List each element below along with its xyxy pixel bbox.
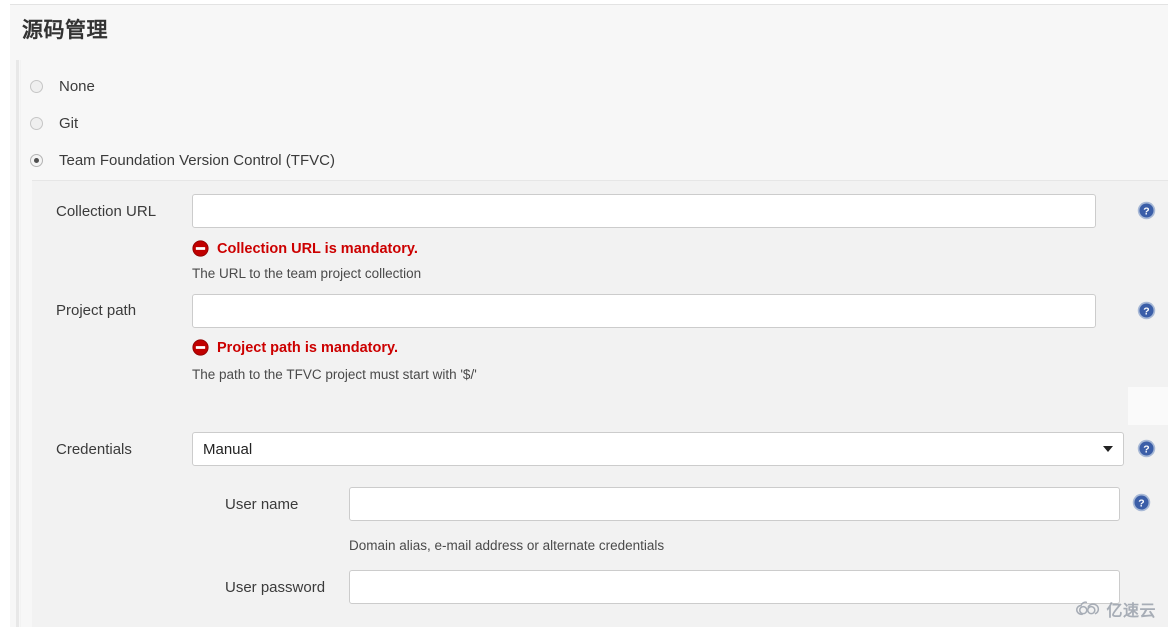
svg-text:?: ? — [1138, 499, 1144, 510]
section-guide-line-secondary — [20, 60, 21, 627]
radio-option-tfvc[interactable]: Team Foundation Version Control (TFVC) — [30, 142, 630, 179]
help-circle-icon-project-path[interactable]: ? — [1137, 301, 1156, 320]
error-text-collection-url: Collection URL is mandatory. — [217, 240, 418, 257]
label-user-password: User password — [225, 579, 326, 596]
select-credentials[interactable]: Manual — [192, 432, 1124, 466]
radio-button-tfvc[interactable] — [30, 154, 43, 167]
radio-option-git[interactable]: Git — [30, 105, 630, 142]
input-user-name[interactable] — [349, 487, 1120, 521]
watermark: 亿速云 — [1076, 597, 1156, 621]
tfvc-settings-panel: Collection URL Collection URL is mandato… — [32, 180, 1168, 627]
error-circle-icon — [192, 339, 209, 356]
error-text-project-path: Project path is mandatory. — [217, 339, 399, 356]
svg-text:?: ? — [1143, 207, 1149, 218]
label-collection-url: Collection URL — [56, 203, 157, 220]
panel-right-band — [1128, 387, 1168, 425]
input-project-path[interactable] — [192, 294, 1096, 328]
cloud-icon — [1076, 601, 1100, 616]
radio-option-none[interactable]: None — [30, 68, 630, 105]
help-text-user-name: Domain alias, e-mail address or alternat… — [349, 538, 665, 553]
radio-button-git[interactable] — [30, 117, 43, 130]
label-project-path: Project path — [56, 302, 137, 319]
page-title: 源码管理 — [22, 19, 108, 42]
help-circle-icon-user-name[interactable]: ? — [1132, 493, 1151, 512]
help-text-collection-url: The URL to the team project collection — [192, 266, 422, 281]
radio-label-tfvc: Team Foundation Version Control (TFVC) — [59, 152, 335, 169]
error-circle-icon — [192, 240, 209, 257]
watermark-text: 亿速云 — [1106, 603, 1156, 620]
error-project-path: Project path is mandatory. — [192, 339, 398, 356]
radio-label-none: None — [59, 78, 95, 95]
section-guide-line — [16, 60, 19, 627]
select-credentials-value: Manual — [203, 440, 253, 458]
chevron-down-icon — [1103, 446, 1113, 452]
label-credentials: Credentials — [56, 441, 132, 458]
help-text-project-path: The path to the TFVC project must start … — [192, 367, 477, 382]
radio-button-none[interactable] — [30, 80, 43, 93]
scm-radio-group: None Git Team Foundation Version Control… — [30, 68, 630, 179]
svg-text:?: ? — [1143, 307, 1149, 318]
svg-text:?: ? — [1143, 445, 1149, 456]
input-collection-url[interactable] — [192, 194, 1096, 228]
label-user-name: User name — [225, 496, 299, 513]
top-divider — [10, 4, 1168, 5]
input-user-password[interactable] — [349, 570, 1120, 604]
source-code-management-page: 源码管理 None Git Team Foundation Version Co… — [0, 0, 1168, 627]
help-circle-icon-collection-url[interactable]: ? — [1137, 201, 1156, 220]
radio-label-git: Git — [59, 115, 79, 132]
error-collection-url: Collection URL is mandatory. — [192, 240, 418, 257]
help-circle-icon-credentials[interactable]: ? — [1137, 439, 1156, 458]
left-white-margin — [0, 0, 10, 627]
